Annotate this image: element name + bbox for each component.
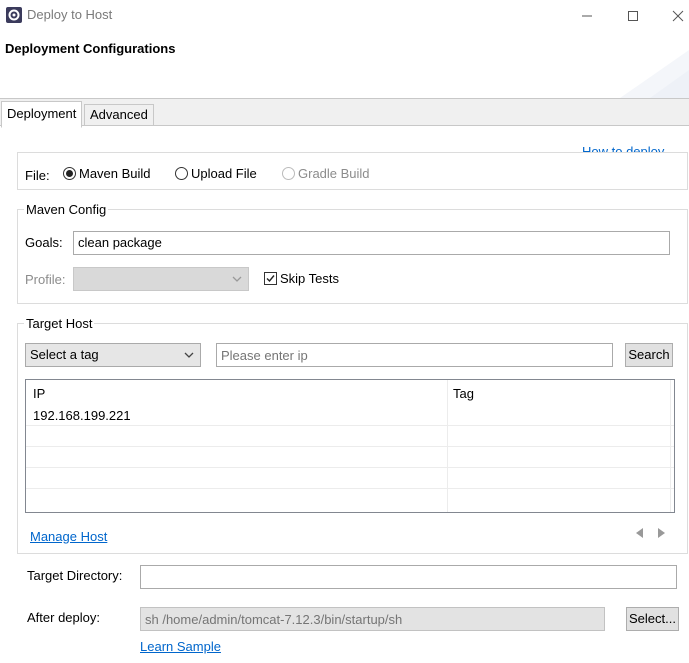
table-row[interactable]: 192.168.199.221	[26, 405, 674, 425]
learn-sample-link[interactable]: Learn Sample	[140, 639, 221, 654]
chevron-down-icon	[232, 276, 242, 282]
target-directory-label: Target Directory:	[27, 568, 123, 583]
radio-checked-icon	[63, 167, 76, 180]
goals-input[interactable]: clean package	[73, 231, 670, 255]
skip-tests-label: Skip Tests	[280, 271, 340, 286]
upload-file-label: Upload File	[191, 166, 257, 181]
minimize-icon	[582, 15, 592, 17]
maven-build-label: Maven Build	[79, 166, 151, 181]
host-table: IP Tag 192.168.199.221	[25, 379, 675, 513]
after-deploy-input	[140, 607, 605, 631]
skip-tests-checkbox[interactable]: Skip Tests	[264, 271, 354, 287]
gradle-build-label: Gradle Build	[298, 166, 370, 181]
tag-select-value: Select a tag	[30, 347, 99, 362]
profile-label: Profile:	[25, 272, 66, 287]
column-header-tag[interactable]: Tag	[453, 386, 474, 401]
goals-label: Goals:	[25, 235, 63, 250]
after-deploy-label: After deploy:	[27, 610, 100, 625]
tag-select[interactable]: Select a tag	[25, 343, 201, 367]
previous-page-icon[interactable]	[634, 527, 644, 539]
minimize-button[interactable]	[572, 4, 602, 26]
checkbox-checked-icon	[264, 272, 277, 285]
search-button[interactable]: Search	[625, 343, 673, 367]
chevron-down-icon	[184, 352, 194, 358]
file-label: File:	[25, 168, 50, 183]
dialog-banner: Deployment Configurations	[0, 30, 689, 99]
target-host-group: Target Host Select a tag Search IP Tag 1…	[17, 316, 688, 554]
select-script-button[interactable]: Select...	[626, 607, 679, 631]
banner-title: Deployment Configurations	[5, 41, 176, 56]
radio-disabled-icon	[282, 167, 295, 180]
target-directory-input[interactable]	[140, 565, 677, 589]
column-header-ip[interactable]: IP	[33, 386, 45, 401]
host-ip-cell: 192.168.199.221	[33, 408, 131, 423]
maximize-icon	[628, 11, 638, 22]
maven-config-group: Maven Config Goals: clean package Profil…	[17, 202, 688, 304]
radio-unchecked-icon	[175, 167, 188, 180]
gradle-build-radio: Gradle Build	[282, 166, 382, 182]
tab-content: How to deploy... File: Maven Build Uploa…	[0, 126, 689, 663]
window-title: Deploy to Host	[27, 7, 113, 22]
maven-config-legend: Maven Config	[24, 202, 109, 217]
tab-deployment[interactable]: Deployment	[1, 101, 83, 128]
target-host-legend: Target Host	[24, 316, 95, 331]
app-gear-icon	[6, 7, 22, 23]
manage-host-link[interactable]: Manage Host	[30, 529, 107, 544]
title-bar: Deploy to Host	[0, 0, 689, 30]
next-page-icon[interactable]	[657, 527, 667, 539]
upload-file-radio[interactable]: Upload File	[175, 166, 270, 182]
file-group: File: Maven Build Upload File Gradle Bui…	[17, 152, 688, 190]
close-button[interactable]	[663, 4, 689, 26]
banner-decoration-graphic	[620, 50, 689, 98]
profile-select	[73, 267, 249, 291]
ip-search-input[interactable]	[216, 343, 613, 367]
maven-build-radio[interactable]: Maven Build	[63, 166, 158, 182]
maximize-button[interactable]	[618, 4, 648, 26]
tab-advanced[interactable]: Advanced	[84, 104, 154, 125]
close-icon	[672, 10, 684, 22]
